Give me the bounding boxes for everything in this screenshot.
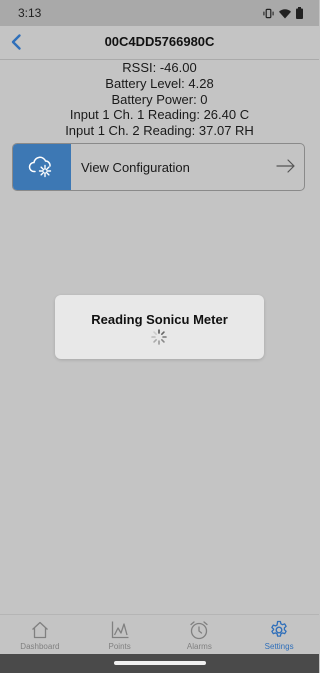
tab-dashboard-label: Dashboard <box>20 642 60 651</box>
spinner-icon <box>151 329 167 345</box>
alarm-clock-icon <box>190 621 209 640</box>
view-configuration-label: View Configuration <box>81 160 190 175</box>
input1-ch2-reading: Input 1 Ch. 2 Reading: 37.07 RH <box>65 123 254 139</box>
system-nav-bar <box>0 654 319 673</box>
tab-alarms-label: Alarms <box>186 642 212 651</box>
home-icon <box>31 621 48 639</box>
vibrate-icon <box>263 8 274 18</box>
input1-ch1-reading: Input 1 Ch. 1 Reading: 26.40 C <box>69 107 250 123</box>
cloud-gear-icon <box>28 156 52 178</box>
config-icon-container <box>13 144 71 190</box>
loading-message: Reading Sonicu Meter <box>91 312 228 327</box>
header: 00C4DD5766980C <box>0 26 319 60</box>
status-icons <box>263 7 303 19</box>
tab-settings-label: Settings <box>264 642 294 651</box>
tab-points-label: Points <box>108 642 131 651</box>
status-time: 3:13 <box>18 6 42 20</box>
home-indicator[interactable] <box>114 661 206 665</box>
tab-settings[interactable]: Settings <box>239 615 319 655</box>
wifi-icon <box>279 8 291 18</box>
battery-power-text: Battery Power: 0 <box>111 91 208 107</box>
tab-dashboard[interactable]: Dashboard <box>0 615 80 655</box>
tab-alarms[interactable]: Alarms <box>160 615 240 655</box>
loading-dialog: Reading Sonicu Meter <box>55 295 264 359</box>
page-title: 00C4DD5766980C <box>104 34 215 49</box>
device-info: RSSI: -46.00 Battery Level: 4.28 Battery… <box>0 60 319 139</box>
battery-icon <box>296 7 303 19</box>
battery-level-text: Battery Level: 4.28 <box>105 75 214 91</box>
tab-points[interactable]: Points <box>80 615 160 655</box>
gear-icon <box>271 620 287 637</box>
status-bar: 3:13 <box>0 0 319 26</box>
arrow-right-icon <box>276 159 295 173</box>
view-configuration-button[interactable]: View Configuration <box>12 143 305 191</box>
chart-icon <box>111 621 129 639</box>
rssi-text: RSSI: -46.00 <box>122 60 197 75</box>
bottom-tab-bar: Dashboard Points Alarms Settings <box>0 614 319 655</box>
